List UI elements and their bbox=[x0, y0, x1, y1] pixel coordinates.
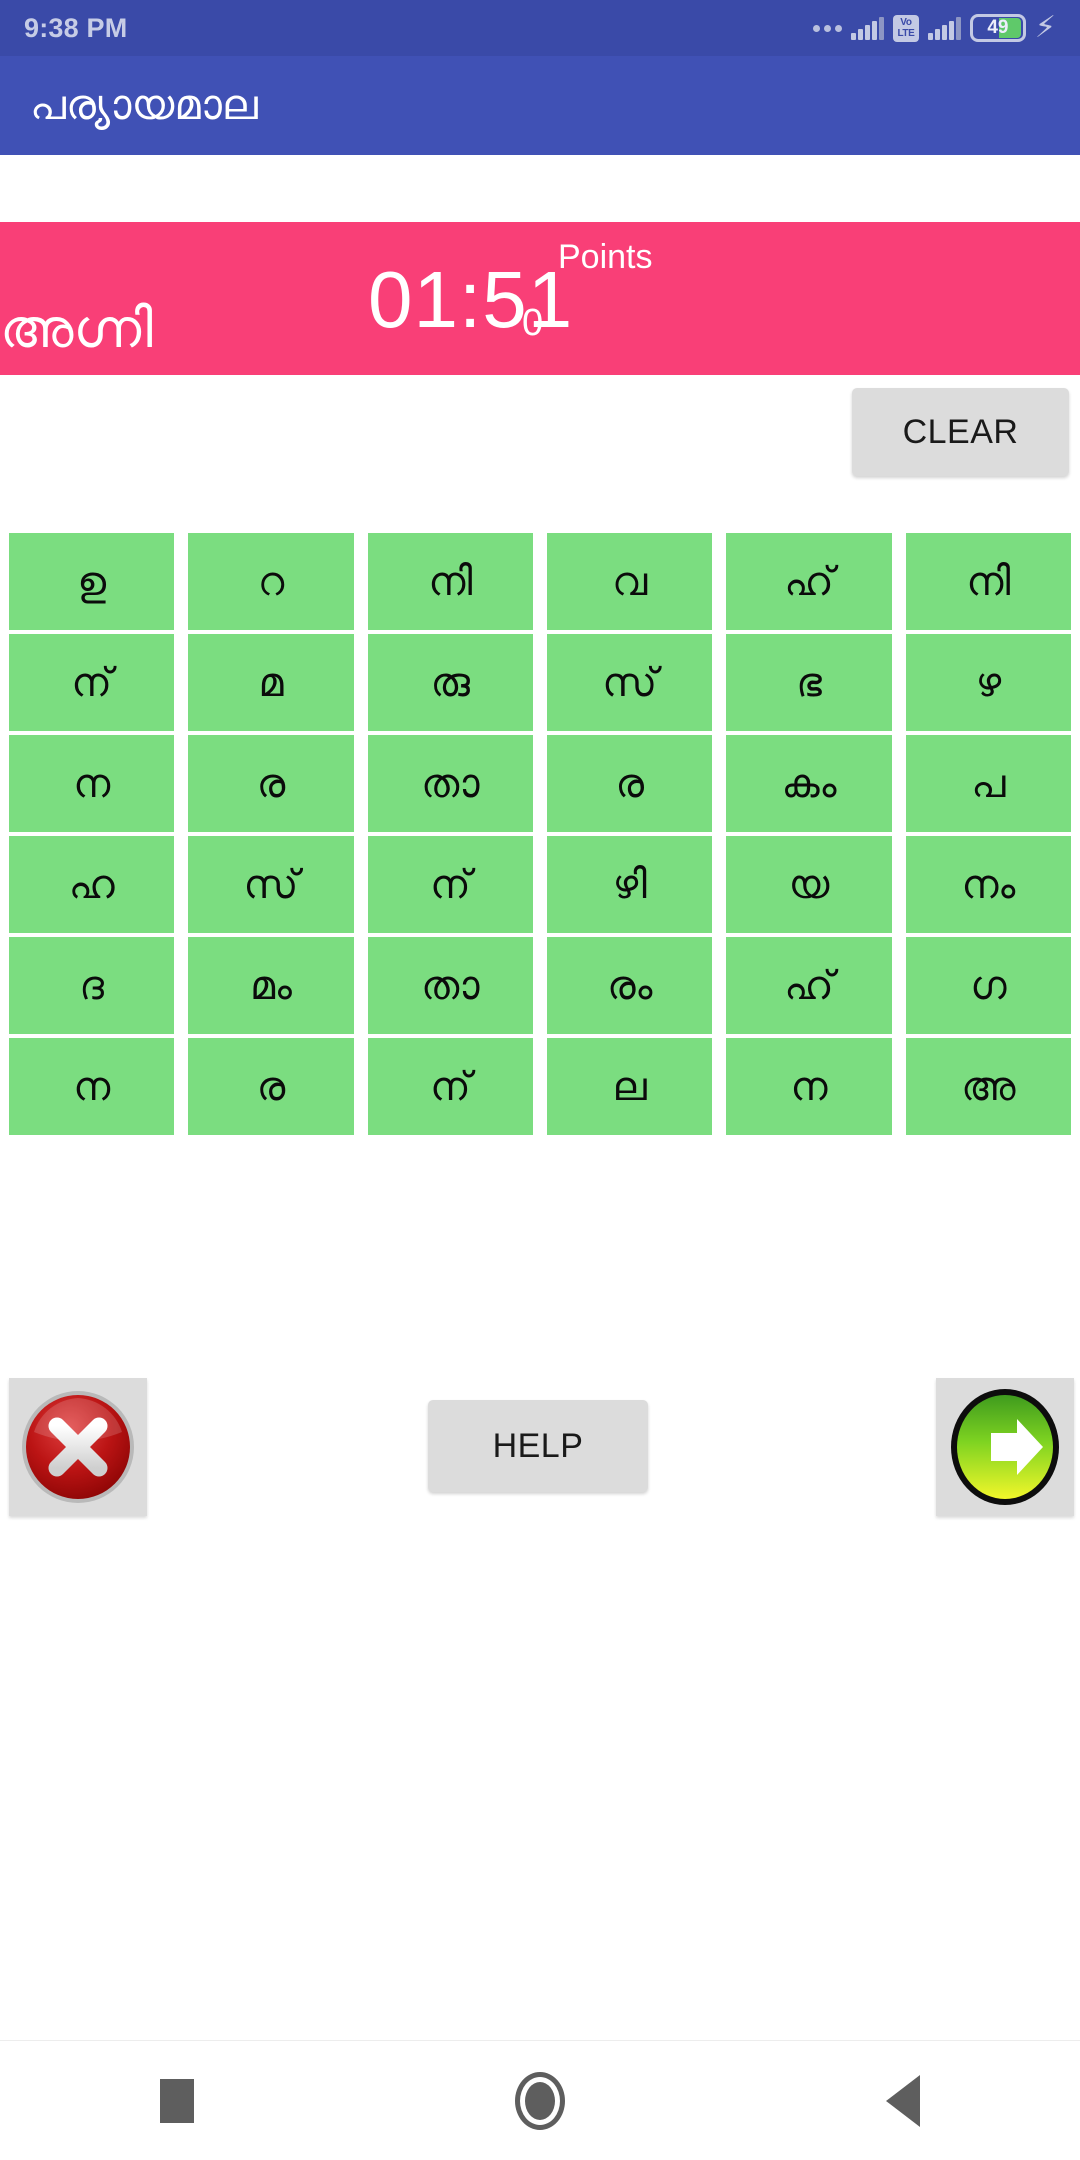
letter-tile[interactable]: ഹ bbox=[9, 836, 175, 933]
letter-tile[interactable]: ന bbox=[726, 1038, 892, 1135]
action-row: HELP bbox=[0, 1378, 1080, 1516]
home-circle-icon[interactable] bbox=[514, 2071, 565, 2130]
letter-tile[interactable]: ന് bbox=[9, 634, 175, 731]
cancel-button[interactable] bbox=[9, 1378, 147, 1516]
app-bar: പര്യായമാല bbox=[0, 56, 1080, 155]
page-title: പര്യായമാല bbox=[30, 81, 258, 129]
help-button[interactable]: HELP bbox=[428, 1400, 648, 1492]
letter-tile[interactable]: നം bbox=[905, 836, 1071, 933]
letter-grid: ഉ റ നി വ ഹ് നി ന് മ രു സ് ഭ ഴ ന ര താ ര കം പ ഹ സ് ന് ഴി യ നം ദ മം ത… bbox=[9, 533, 1071, 1135]
volte-icon: Vo LTE bbox=[892, 14, 919, 42]
letter-tile[interactable]: യ bbox=[726, 836, 892, 933]
letter-tile[interactable]: സ് bbox=[188, 836, 354, 933]
letter-tile[interactable]: ഴ bbox=[905, 634, 1071, 731]
letter-tile[interactable]: താ bbox=[367, 735, 533, 832]
letter-tile[interactable]: ര bbox=[188, 1038, 354, 1135]
letter-tile[interactable]: ന് bbox=[367, 1038, 533, 1135]
letter-tile[interactable]: ല bbox=[546, 1038, 713, 1135]
system-nav-bar bbox=[0, 2040, 1080, 2160]
game-info-band: അഗ്നി 01:51 0 Points bbox=[0, 222, 1080, 375]
more-dots-icon bbox=[812, 24, 842, 32]
letter-tile[interactable]: മ bbox=[188, 634, 354, 731]
letter-tile[interactable]: ഹ് bbox=[726, 533, 892, 630]
letter-tile[interactable]: ര bbox=[188, 735, 354, 832]
back-triangle-left-icon[interactable] bbox=[885, 2074, 920, 2127]
volte-top-text: Vo bbox=[900, 17, 912, 28]
letter-tile[interactable]: വ bbox=[546, 533, 713, 630]
app-root: 9:38 PM Vo LTE 49 ⚡ പര്യായമാല അഗ്നി 01:5… bbox=[0, 0, 1080, 2160]
next-button[interactable] bbox=[936, 1378, 1074, 1516]
letter-tile[interactable]: റ bbox=[188, 533, 354, 630]
battery-level-text: 49 bbox=[987, 17, 1009, 38]
letter-tile[interactable]: ന bbox=[9, 735, 175, 832]
clue-word: അഗ്നി bbox=[0, 299, 153, 359]
letter-tile[interactable]: താ bbox=[367, 937, 533, 1034]
points-value: 0 bbox=[522, 302, 544, 344]
letter-tile[interactable]: നി bbox=[367, 533, 533, 630]
letter-tile[interactable]: ഭ bbox=[726, 634, 892, 731]
letter-tile[interactable]: രു bbox=[367, 634, 533, 731]
green-arrow-right-circle-icon bbox=[951, 1389, 1059, 1505]
letter-tile[interactable]: ദ bbox=[9, 937, 175, 1034]
points-label: Points bbox=[558, 238, 653, 276]
letter-tile[interactable]: ര bbox=[546, 735, 713, 832]
letter-tile[interactable]: നി bbox=[905, 533, 1071, 630]
letter-tile[interactable]: ഴി bbox=[546, 836, 713, 933]
status-icons: Vo LTE 49 ⚡ bbox=[812, 11, 1056, 44]
letter-tile[interactable]: മം bbox=[188, 937, 354, 1034]
letter-tile[interactable]: അ bbox=[905, 1038, 1071, 1135]
letter-tile[interactable]: സ് bbox=[546, 634, 713, 731]
recents-square-icon[interactable] bbox=[160, 2078, 195, 2123]
clear-row: CLEAR bbox=[0, 388, 1080, 484]
battery-icon: 49 bbox=[969, 14, 1026, 42]
red-cross-circle-icon bbox=[22, 1391, 134, 1503]
letter-tile[interactable]: ന് bbox=[367, 836, 533, 933]
clear-button[interactable]: CLEAR bbox=[852, 388, 1069, 476]
letter-tile[interactable]: പ bbox=[905, 735, 1071, 832]
signal-bars-icon-2 bbox=[927, 16, 961, 40]
letter-tile[interactable]: കം bbox=[726, 735, 892, 832]
status-clock: 9:38 PM bbox=[24, 12, 128, 43]
letter-tile[interactable]: ഉ bbox=[9, 533, 175, 630]
signal-bars-icon-1 bbox=[850, 16, 884, 40]
letter-tile[interactable]: ന bbox=[9, 1038, 175, 1135]
volte-bottom-text: LTE bbox=[897, 28, 915, 39]
letter-tile[interactable]: രം bbox=[546, 937, 713, 1034]
letter-tile[interactable]: ഹ് bbox=[726, 937, 892, 1034]
charging-bolt-icon: ⚡ bbox=[1034, 11, 1056, 44]
status-bar: 9:38 PM Vo LTE 49 ⚡ bbox=[0, 0, 1080, 56]
letter-tile[interactable]: ഗ bbox=[905, 937, 1071, 1034]
